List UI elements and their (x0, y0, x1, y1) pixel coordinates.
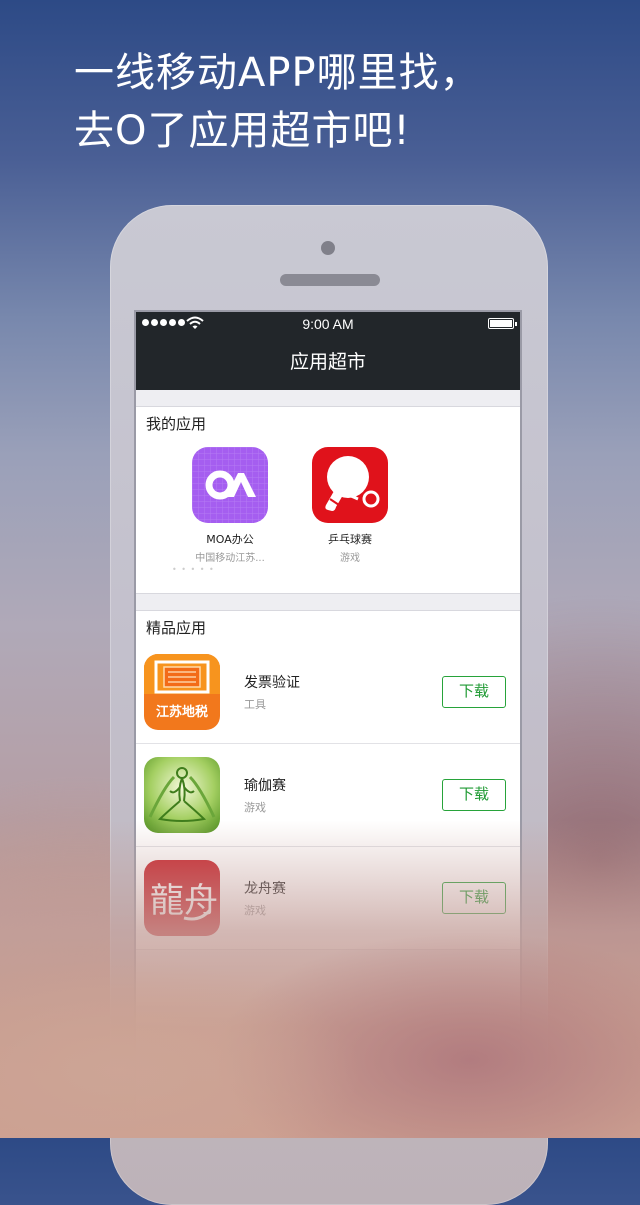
my-app-pingpong[interactable]: 乒乓球赛 游戏 (290, 447, 410, 593)
app-name: 发票验证 (244, 675, 300, 691)
headline-line-2: 去O了应用超市吧! (74, 108, 411, 154)
download-button[interactable]: 下载 (442, 882, 506, 914)
front-camera (321, 241, 335, 255)
app-category: 工具 (244, 698, 266, 711)
app-name: 龙舟赛 (244, 881, 286, 897)
jiangsu-tax-icon: 江苏地税 (144, 654, 220, 730)
ping-pong-paddle-icon (312, 447, 388, 523)
my-app-subtitle: 游戏 (340, 553, 360, 564)
nav-title: 应用超市 (136, 336, 520, 390)
moa-logo-icon (192, 447, 268, 523)
yoga-figure-icon (144, 757, 220, 833)
list-item[interactable]: 江苏地税 发票验证 工具 下载 (136, 641, 520, 744)
status-bar: 9:00 AM (136, 312, 520, 336)
promo-headline: 一线移动APP哪里找， 去O了应用超市吧! (74, 44, 481, 160)
list-item[interactable]: 龍舟 龙舟赛 游戏 下载 (136, 847, 520, 949)
headline-line-1: 一线移动APP哪里找， (74, 50, 481, 96)
my-apps-section: 我的应用 MOA办公 中国移动江苏... 乒乓球赛 游戏 • • • • • (136, 406, 520, 594)
list-item[interactable]: 瑜伽赛 游戏 下载 (136, 744, 520, 847)
app-category: 游戏 (244, 904, 266, 917)
app-category: 游戏 (244, 801, 266, 814)
status-time: 9:00 AM (302, 316, 354, 332)
dragon-boat-calligraphy-icon: 龍舟 (144, 860, 220, 936)
phone-screen: 9:00 AM 应用超市 我的应用 MOA办公 中国移动江苏... 乒乓球赛 游… (134, 310, 522, 1138)
featured-apps-title: 精品应用 (146, 619, 207, 637)
featured-apps-section: 精品应用 江苏地税 发票验证 工具 下载 瑜伽赛 游戏 下载 龍舟 龙舟赛 游戏… (136, 610, 520, 950)
download-button[interactable]: 下载 (442, 779, 506, 811)
my-apps-title: 我的应用 (146, 415, 207, 433)
my-app-subtitle: 中国移动江苏... (195, 553, 265, 564)
my-app-name: MOA办公 (206, 533, 254, 546)
dragon-boat-icon-text: 龍舟 (150, 881, 218, 921)
page-indicator: • • • • • (172, 565, 215, 574)
battery-icon (488, 318, 517, 329)
my-app-name: 乒乓球赛 (328, 533, 372, 546)
tax-icon-text: 江苏地税 (156, 704, 208, 720)
download-button[interactable]: 下载 (442, 676, 506, 708)
app-name: 瑜伽赛 (244, 778, 286, 794)
earpiece-speaker (280, 274, 380, 286)
